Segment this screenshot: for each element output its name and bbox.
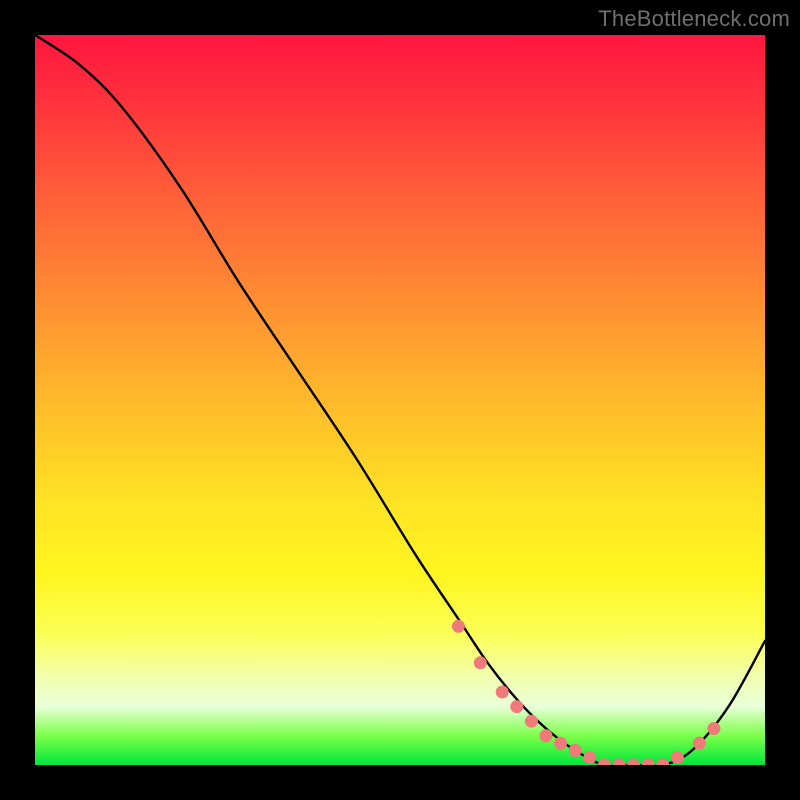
highlight-dot [598, 759, 611, 766]
highlight-dot [452, 620, 465, 633]
highlight-dot [707, 722, 720, 735]
highlight-dot [554, 737, 567, 750]
highlight-dot [569, 744, 582, 757]
watermark-text: TheBottleneck.com [598, 6, 790, 32]
highlight-dot [613, 759, 626, 766]
highlight-dot [642, 759, 655, 766]
highlight-dot [540, 729, 553, 742]
highlight-dot [671, 751, 684, 764]
highlight-dot [525, 715, 538, 728]
highlight-dots [452, 620, 721, 765]
curve-layer [35, 35, 765, 765]
highlight-dot [583, 751, 596, 764]
highlight-dot [496, 686, 509, 699]
highlight-dot [474, 656, 487, 669]
bottleneck-curve [35, 35, 765, 765]
highlight-dot [656, 759, 669, 766]
chart-frame: TheBottleneck.com [0, 0, 800, 800]
highlight-dot [693, 737, 706, 750]
highlight-dot [627, 759, 640, 766]
highlight-dot [510, 700, 523, 713]
plot-area [35, 35, 765, 765]
